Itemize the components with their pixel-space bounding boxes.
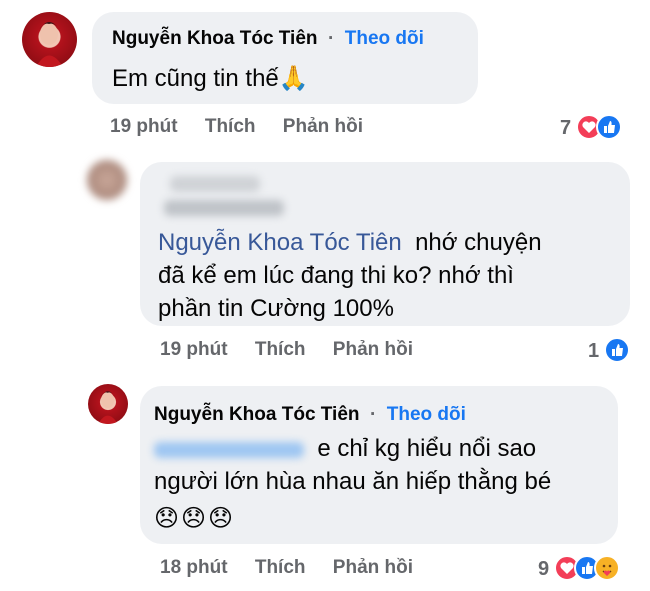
author-name[interactable]: Nguyễn Khoa Tóc Tiên	[112, 28, 318, 49]
separator-dot: ·	[369, 404, 377, 425]
comment-text: Em cũng tin thế	[112, 65, 279, 92]
comment-body: e chỉ kg hiểu nổi sao người lớn hùa nhau…	[154, 432, 551, 535]
like-button[interactable]: Thích	[205, 116, 256, 137]
comment-text-line-2: đã kể em lúc đang thi ko? nhớ thì	[158, 262, 514, 289]
reaction-count: 1	[588, 340, 600, 362]
comment-actions: 18 phút Thích Phản hồi	[160, 557, 413, 579]
folded-hands-emoji: 🙏	[278, 65, 309, 92]
reaction-count: 7	[560, 117, 572, 139]
author-avatar[interactable]	[88, 384, 128, 424]
sad-face-emojis: 😞😞😞	[154, 505, 236, 532]
mention-link[interactable]: Nguyễn Khoa Tóc Tiên	[158, 229, 402, 256]
care-reaction-icon	[594, 555, 620, 581]
like-reaction-icon	[596, 114, 622, 140]
comment-actions: 19 phút Thích Phản hồi	[160, 339, 413, 361]
reaction-summary[interactable]: 9	[538, 555, 643, 583]
blurred-mention[interactable]	[154, 441, 304, 458]
comment-body: Nguyễn Khoa Tóc Tiên nhớ chuyện đã kể em…	[158, 226, 542, 325]
comment-bubble: Nguyễn Khoa Tóc Tiên · Theo dõi Em cũng …	[92, 12, 478, 104]
like-button[interactable]: Thích	[255, 339, 306, 360]
reaction-summary[interactable]: 1	[588, 337, 638, 365]
reaction-summary[interactable]: 7	[560, 114, 640, 142]
separator-dot: ·	[327, 28, 335, 49]
author-name[interactable]: Nguyễn Khoa Tóc Tiên	[154, 404, 360, 425]
comment-time[interactable]: 19 phút	[160, 339, 228, 360]
blurred-author-name-line	[164, 200, 284, 216]
author-avatar[interactable]	[22, 12, 77, 67]
comment-text-line-2: người lớn hùa nhau ăn hiếp thằng bé	[154, 468, 552, 495]
reaction-count: 9	[538, 558, 550, 580]
reply-button[interactable]: Phản hồi	[333, 339, 413, 360]
follow-button[interactable]: Theo dõi	[345, 28, 424, 49]
comment-text-line-3: phần tin Cường 100%	[158, 295, 394, 322]
avatar-figure	[98, 391, 118, 424]
comment-text-line-1: e chỉ kg hiểu nổi sao	[317, 435, 537, 462]
comment-actions: 19 phút Thích Phản hồi	[110, 116, 363, 138]
comment-time[interactable]: 18 phút	[160, 557, 228, 578]
reply-button[interactable]: Phản hồi	[283, 116, 363, 137]
like-button[interactable]: Thích	[255, 557, 306, 578]
blurred-author-name	[170, 176, 260, 192]
comment-text-line-1: nhớ chuyện	[415, 229, 542, 256]
avatar-figure	[36, 22, 63, 67]
comment-time[interactable]: 19 phút	[110, 116, 178, 137]
follow-button[interactable]: Theo dõi	[387, 404, 466, 425]
comment-bubble: Nguyễn Khoa Tóc Tiên · Theo dõi e chỉ kg…	[140, 386, 618, 544]
like-reaction-icon	[604, 337, 630, 363]
commenter-avatar[interactable]	[87, 160, 127, 200]
comment-bubble: Nguyễn Khoa Tóc Tiên nhớ chuyện đã kể em…	[140, 162, 630, 326]
reply-button[interactable]: Phản hồi	[333, 557, 413, 578]
